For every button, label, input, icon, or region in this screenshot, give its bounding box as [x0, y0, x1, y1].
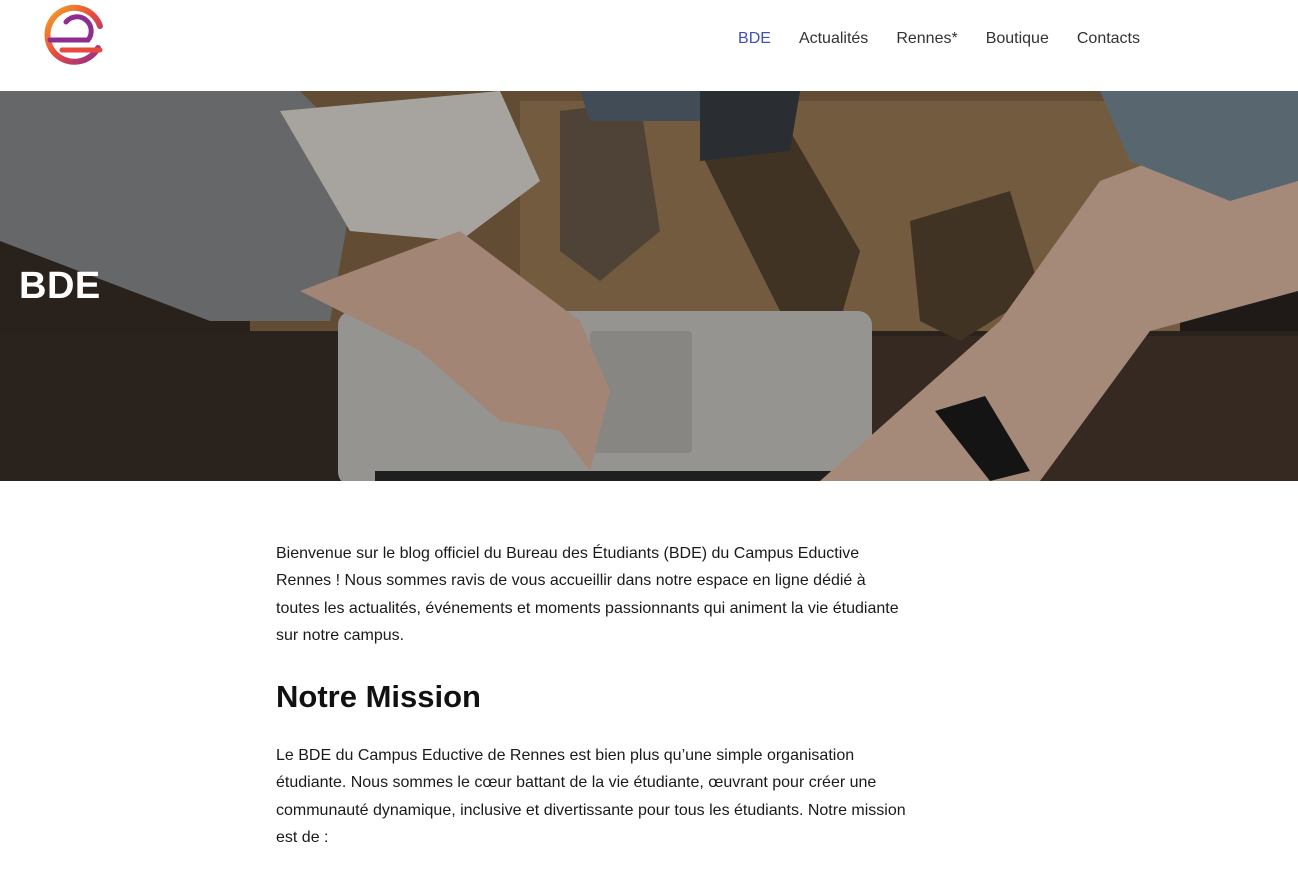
hero-title: BDE	[19, 265, 101, 307]
intro-paragraph: Bienvenue sur le blog officiel du Bureau…	[276, 545, 899, 644]
main-nav: BDE Actualités Rennes* Boutique Contacts	[724, 27, 1154, 51]
hero-banner: BDE	[0, 91, 1298, 481]
nav-item-contacts[interactable]: Contacts	[1063, 27, 1154, 51]
nav-item-actualites[interactable]: Actualités	[785, 27, 882, 51]
nav-item-rennes[interactable]: Rennes*	[882, 27, 971, 51]
brand-e-logo-icon[interactable]	[40, 4, 110, 70]
mission-heading: Notre Mission	[276, 679, 481, 715]
main-content: Bienvenue sur le blog officiel du Bureau…	[276, 540, 906, 851]
hero-overlay	[0, 91, 1298, 481]
mission-paragraph: Le BDE du Campus Eductive de Rennes est …	[276, 747, 906, 847]
nav-item-bde[interactable]: BDE	[724, 27, 785, 51]
nav-item-boutique[interactable]: Boutique	[972, 27, 1063, 51]
site-header: BDE Actualités Rennes* Boutique Contacts	[0, 0, 1298, 91]
